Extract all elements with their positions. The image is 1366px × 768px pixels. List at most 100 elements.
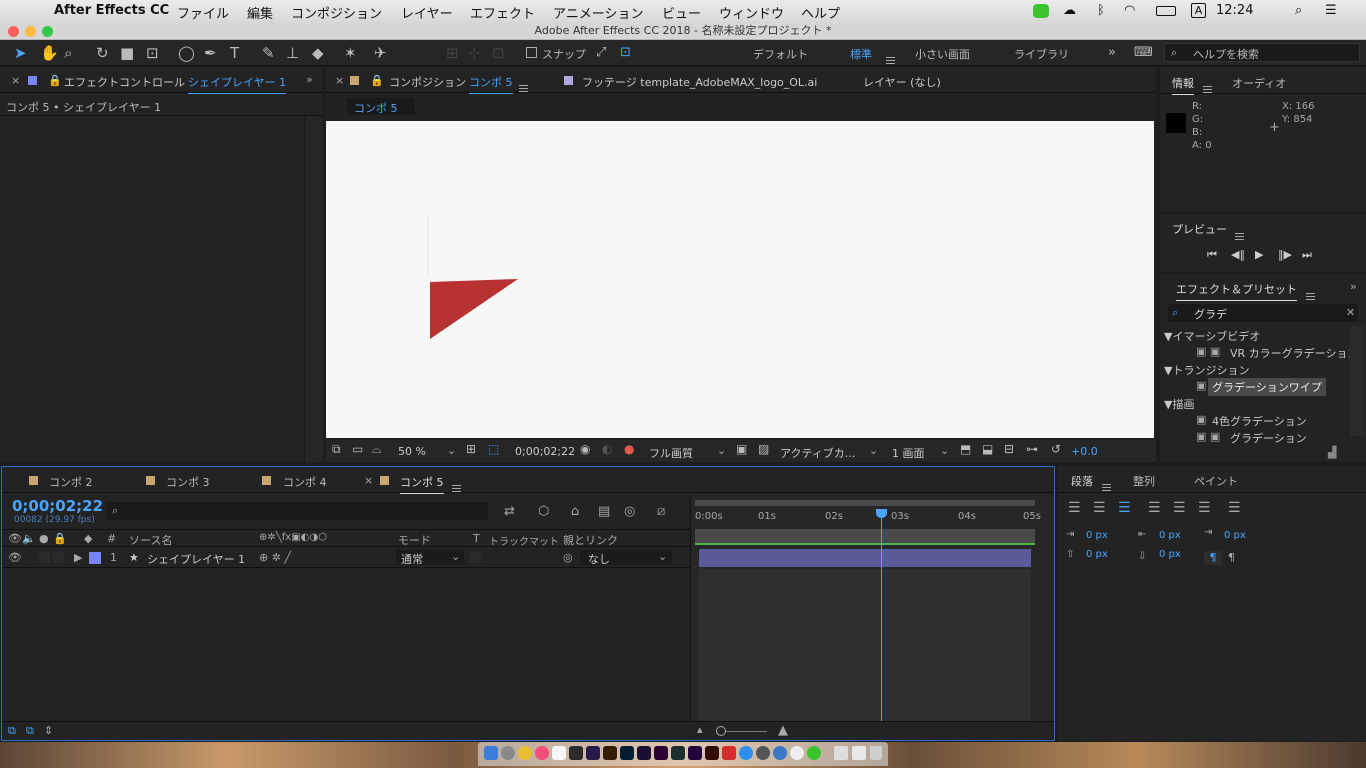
justify-last-left-icon[interactable]: ☰: [1148, 500, 1161, 516]
close-tab-icon[interactable]: ×: [335, 74, 344, 87]
illustrator-icon[interactable]: [603, 746, 617, 760]
notification-center-icon[interactable]: ☰: [1325, 3, 1337, 18]
timeline-icon[interactable]: ⊟: [1004, 442, 1014, 456]
effects-scrollbar[interactable]: [1350, 326, 1364, 436]
always-preview-icon[interactable]: ⧉: [332, 442, 341, 457]
region-of-interest-icon[interactable]: ▣: [736, 442, 747, 456]
resolution-dropdown[interactable]: フル画質: [649, 445, 693, 461]
views-dropdown[interactable]: 1 画面: [892, 445, 925, 461]
documents-icon[interactable]: [852, 746, 866, 760]
clear-search-icon[interactable]: ✕: [1346, 306, 1355, 319]
notes-icon[interactable]: [552, 746, 566, 760]
layer-switches-toggle-icon[interactable]: ⧉: [8, 724, 16, 738]
snap-option-icon[interactable]: ⤢: [596, 44, 606, 62]
menu-composition[interactable]: コンポジション: [291, 3, 382, 22]
first-frame-icon[interactable]: ⏮: [1207, 248, 1217, 262]
blend-mode-dropdown[interactable]: 通常 ⌄: [396, 550, 464, 566]
pen-tool-icon[interactable]: ✒: [204, 44, 217, 62]
snap-checkbox[interactable]: [526, 47, 537, 58]
chevron-down-icon[interactable]: ⌄: [869, 444, 878, 457]
close-tab-icon[interactable]: ×: [364, 474, 373, 487]
pan-behind-tool-icon[interactable]: ⊡: [146, 44, 159, 62]
lock-icon[interactable]: 🔒: [53, 532, 67, 545]
snapshot-icon[interactable]: ◉: [580, 442, 590, 456]
rtl-direction-icon[interactable]: ¶: [1228, 551, 1235, 564]
justify-last-right-icon[interactable]: ☰: [1198, 500, 1211, 516]
menu-window[interactable]: ウィンドウ: [719, 3, 784, 22]
effects-search-input[interactable]: ⌕ グラデ ✕: [1168, 304, 1358, 322]
panel-menu-icon[interactable]: [452, 477, 461, 496]
indent-right-value[interactable]: 0 px: [1159, 530, 1181, 541]
chevron-down-icon[interactable]: ⌄: [717, 444, 726, 457]
chrome-icon[interactable]: [518, 746, 532, 760]
effect-controls-layer[interactable]: シェイプレイヤー 1: [188, 74, 287, 94]
workspace-default[interactable]: デフォルト: [753, 46, 808, 62]
solo-icon[interactable]: ●: [39, 532, 49, 545]
current-timecode[interactable]: 0;00;02;22: [515, 445, 575, 458]
layer-duration-bar[interactable]: [699, 549, 1031, 567]
effect-item-gradient-wipe[interactable]: グラデーションワイプ: [1208, 378, 1326, 396]
source-name-header[interactable]: ソース名: [129, 532, 172, 548]
align-tab[interactable]: 整列: [1133, 473, 1155, 489]
effect-controls-scrollbar[interactable]: [304, 116, 323, 462]
pick-whip-icon[interactable]: ◎: [563, 551, 573, 564]
workspace-small-screen[interactable]: 小さい画面: [915, 46, 970, 62]
expand-arrow-icon[interactable]: ▶: [74, 551, 82, 564]
workspace-standard[interactable]: 標準: [850, 46, 872, 62]
layer-name[interactable]: シェイプレイヤー 1: [147, 551, 245, 567]
last-frame-icon[interactable]: ⏭: [1302, 248, 1312, 262]
chevron-down-icon[interactable]: ⌄: [940, 444, 949, 457]
effect-controls-tab[interactable]: エフェクトコントロール: [64, 74, 185, 90]
preserve-transparency-checkbox[interactable]: [470, 552, 481, 563]
draft-3d-icon[interactable]: ⬡: [538, 504, 549, 519]
photoshop-icon[interactable]: [620, 746, 634, 760]
effect-item-4-color-gradient[interactable]: 4色グラデーション: [1212, 413, 1307, 429]
timeline-tab-comp3[interactable]: コンポ 3: [166, 474, 210, 490]
audio-switch-icon[interactable]: 🔈: [22, 532, 36, 545]
lock-checkbox[interactable]: [53, 552, 64, 563]
clock[interactable]: 12:24: [1216, 3, 1253, 18]
shape-layer-artwork[interactable]: [326, 121, 1154, 438]
transparency-grid-icon[interactable]: ▨: [758, 442, 769, 456]
menu-help[interactable]: ヘルプ: [801, 3, 840, 22]
transfer-controls-toggle-icon[interactable]: ⧉: [26, 724, 34, 738]
label-icon[interactable]: ◆: [84, 532, 92, 545]
group-generate[interactable]: ▼描画: [1164, 396, 1194, 412]
mask-visibility-icon[interactable]: ⬚: [488, 442, 499, 456]
layer-row[interactable]: 👁 ▶ 1 ★ シェイプレイヤー 1 ⊕ ✲ ╱ 通常 ⌄ ◎ なし ⌄: [2, 548, 690, 568]
menu-effect[interactable]: エフェクト: [470, 3, 535, 22]
spotlight-icon[interactable]: ⌕: [1295, 3, 1302, 18]
timeline-tab-comp5[interactable]: コンポ 5: [400, 474, 444, 494]
parent-dropdown[interactable]: なし ⌄: [580, 550, 672, 566]
line-app-icon[interactable]: [807, 746, 821, 760]
shy-layers-icon[interactable]: ⌂: [571, 504, 579, 519]
input-method-icon[interactable]: A: [1191, 3, 1206, 18]
channel-icon[interactable]: ●: [624, 442, 634, 456]
effect-item-vr-color-gradients[interactable]: VR カラーグラデーション: [1230, 345, 1358, 361]
space-before-value[interactable]: 0 px: [1086, 549, 1108, 560]
photos-icon[interactable]: [790, 746, 804, 760]
zoom-dropdown[interactable]: 50 %: [398, 445, 426, 458]
workspace-menu-icon[interactable]: [886, 49, 895, 68]
frame-blending-icon[interactable]: ▤: [598, 504, 610, 519]
justify-all-icon[interactable]: ☰: [1228, 500, 1241, 516]
system-preferences-icon[interactable]: [756, 746, 770, 760]
dimension-icon[interactable]: [671, 746, 685, 760]
bluetooth-icon[interactable]: ᛒ: [1097, 3, 1105, 18]
camera-tool-icon[interactable]: ■: [120, 44, 134, 62]
red-triangle-shape[interactable]: [430, 279, 518, 339]
comp-subtab[interactable]: コンポ 5: [347, 98, 415, 115]
close-tab-icon[interactable]: ×: [11, 74, 20, 87]
playhead-handle[interactable]: [875, 509, 887, 518]
hand-tool-icon[interactable]: ✋: [40, 44, 59, 62]
play-icon[interactable]: ▶: [1255, 248, 1263, 261]
paragraph-tab[interactable]: 段落: [1071, 473, 1093, 493]
trash-icon[interactable]: [870, 746, 882, 760]
grid-icon[interactable]: ⊞: [466, 442, 476, 456]
chevron-down-icon[interactable]: ⌄: [447, 444, 456, 457]
time-graph[interactable]: 0:00s 01s 02s 03s 04s 05s: [690, 495, 1054, 721]
layer-switches-icon[interactable]: ⊕ ✲ ╱: [259, 551, 291, 564]
menu-layer[interactable]: レイヤー: [401, 3, 453, 22]
work-area-bar[interactable]: [695, 500, 1035, 506]
first-line-indent-value[interactable]: 0 px: [1224, 530, 1246, 541]
